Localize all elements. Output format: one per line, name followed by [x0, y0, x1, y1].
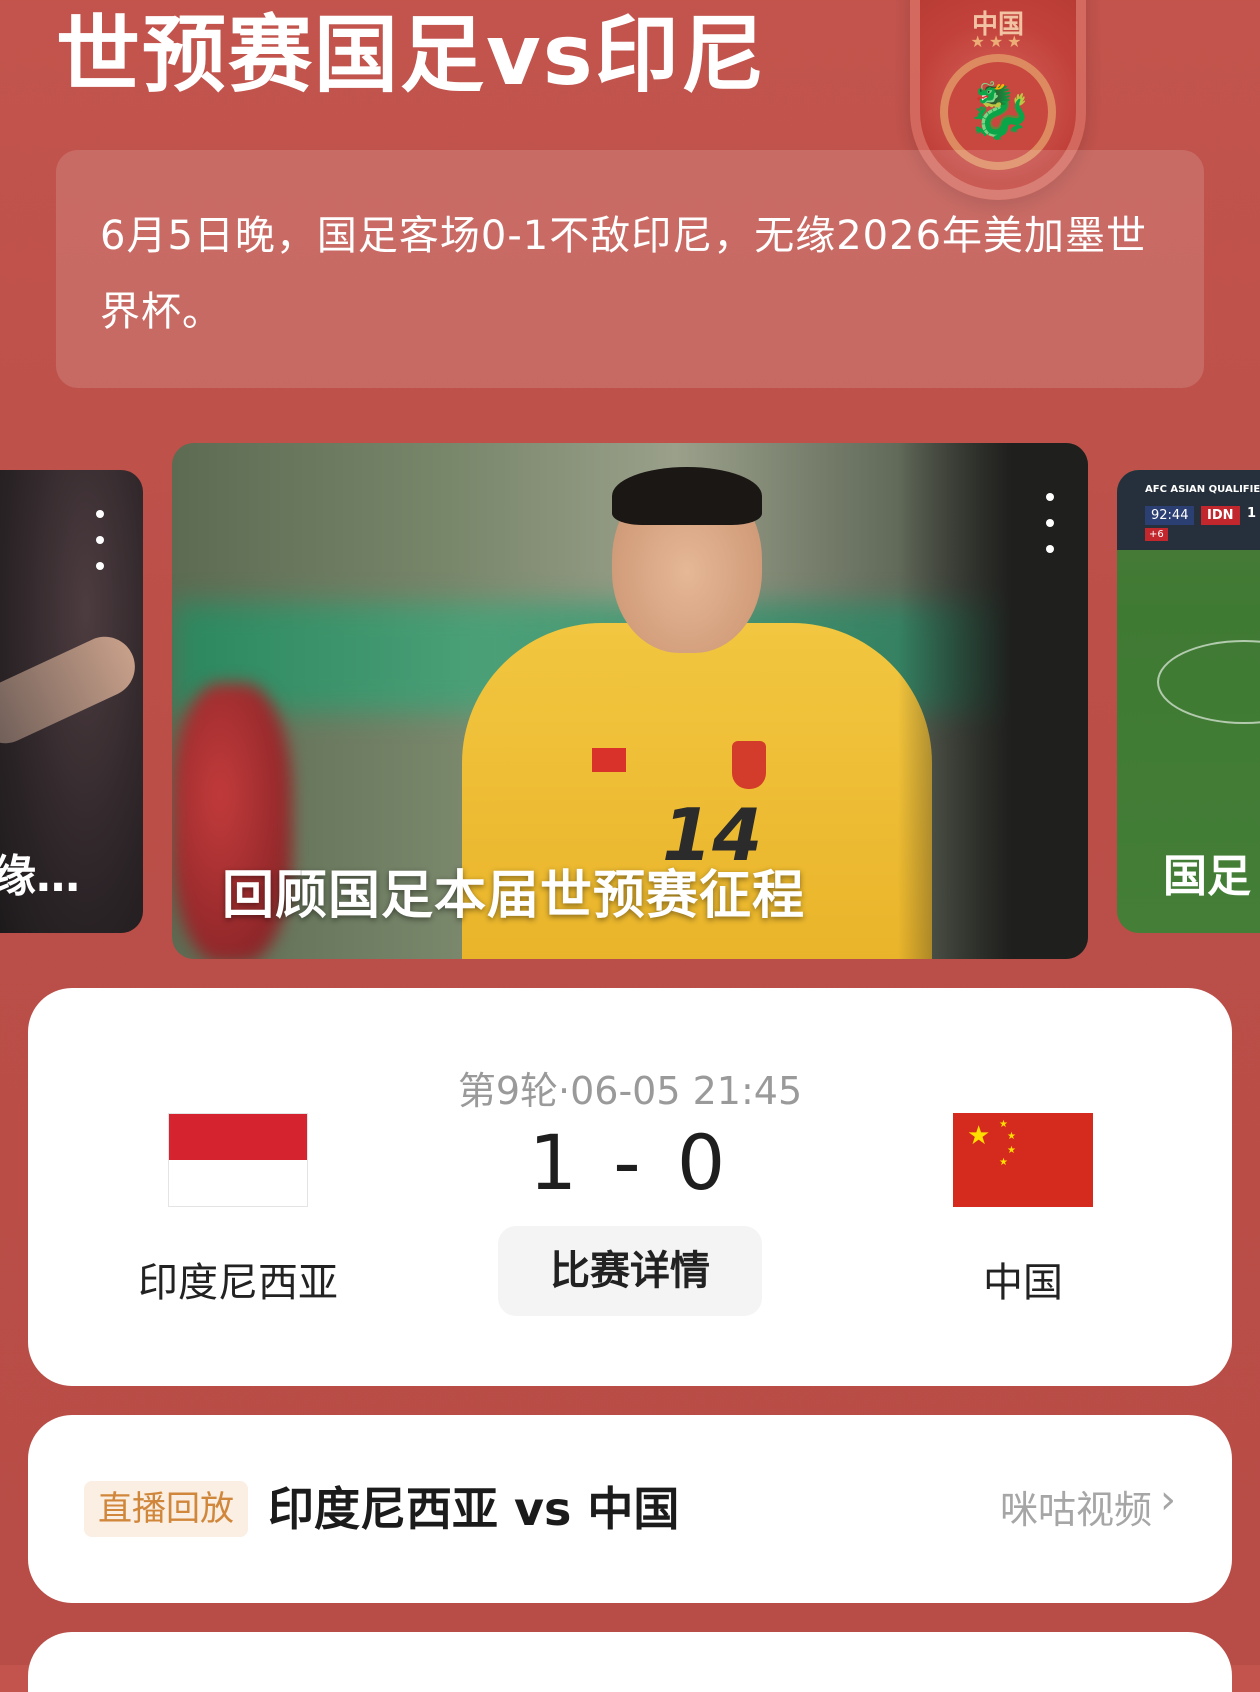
match-meta: 第9轮·06-05 21:45: [457, 1069, 803, 1113]
replay-provider[interactable]: 咪咕视频: [1000, 1479, 1152, 1534]
carousel-card-right[interactable]: AFC ASIAN QUALIFIE 92:44 IDN 1 +6 国足: [1117, 470, 1260, 933]
scoreboard-team: IDN: [1201, 506, 1240, 525]
next-card-partial: [28, 1632, 1232, 1692]
away-team-name: 中国: [983, 1260, 1063, 1306]
replay-title: 印度尼西亚 vs 中国: [268, 1482, 680, 1536]
team-badge-patch-icon: [732, 741, 766, 789]
pitch-center-circle: [1157, 640, 1260, 724]
more-menu-icon[interactable]: [90, 510, 110, 570]
china-flag-patch-icon: [592, 748, 626, 772]
china-flag-icon: ★ ★ ★ ★ ★: [953, 1113, 1093, 1207]
replay-row[interactable]: 直播回放 印度尼西亚 vs 中国 咪咕视频 ›: [28, 1415, 1232, 1603]
carousel-card-left[interactable]: 缘…: [0, 470, 143, 933]
home-team-name: 印度尼西亚: [138, 1260, 338, 1306]
match-detail-button[interactable]: 比赛详情: [498, 1226, 762, 1316]
replay-tag: 直播回放: [84, 1481, 248, 1537]
carousel-caption-main: 回顾国足本届世预赛征程: [222, 866, 806, 926]
scoreboard-score: 1: [1247, 506, 1257, 521]
player-hair: [612, 467, 762, 525]
emblem-stars-icon: ★★★: [970, 32, 1026, 51]
carousel-caption-right: 国足: [1163, 851, 1251, 902]
more-menu-icon[interactable]: [1040, 493, 1060, 553]
match-summary: 6月5日晚，国足客场0-1不敌印尼，无缘2026年美加墨世界杯。: [56, 150, 1204, 388]
carousel-caption-left: 缘…: [0, 851, 80, 902]
dragon-icon: 🐉: [966, 79, 1034, 142]
match-card[interactable]: 第9轮·06-05 21:45 1 - 0 ★ ★ ★ ★ ★ 印度尼西亚 比赛…: [28, 988, 1232, 1386]
scoreboard-time: 92:44: [1145, 506, 1195, 525]
scoreboard: AFC ASIAN QUALIFIE 92:44 IDN 1 +6: [1117, 470, 1260, 550]
carousel-card-main[interactable]: 14 回顾国足本届世预赛征程: [172, 443, 1088, 959]
scoreboard-label: AFC ASIAN QUALIFIE: [1145, 484, 1260, 495]
scoreboard-added-time: +6: [1145, 528, 1168, 541]
player-arm-image: [0, 626, 143, 754]
chevron-right-icon[interactable]: ›: [1160, 1477, 1176, 1523]
page-title: 世预赛国足vs印尼: [56, 6, 767, 104]
